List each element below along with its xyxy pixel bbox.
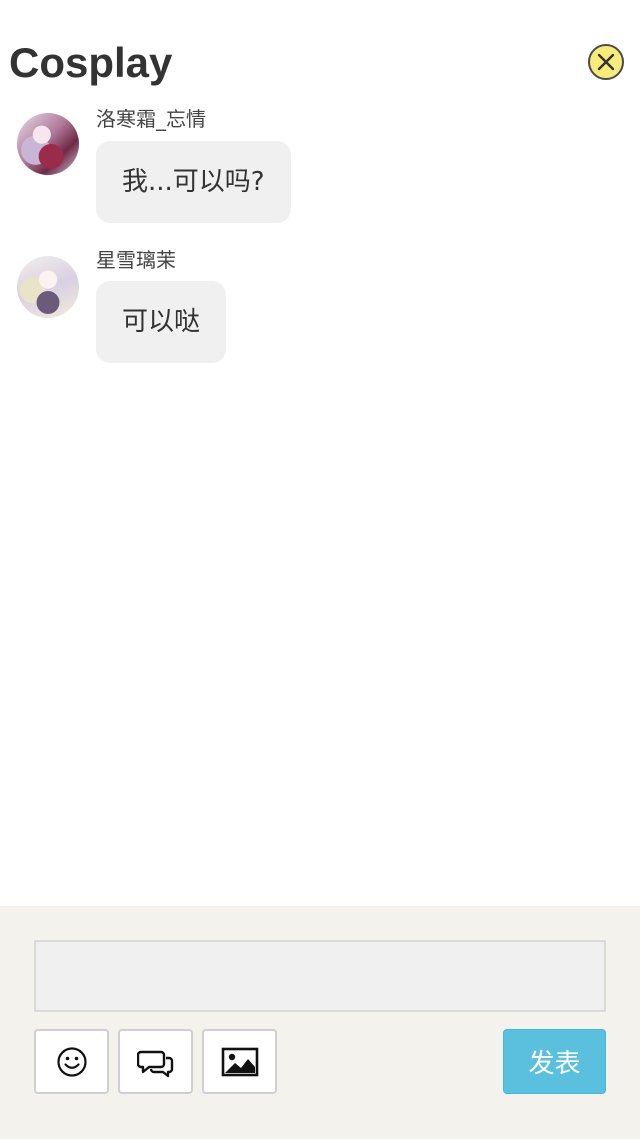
smiley-icon bbox=[56, 1046, 87, 1077]
avatar[interactable] bbox=[17, 113, 79, 175]
message-bubble: 可以哒 bbox=[96, 281, 227, 363]
page-title: Cosplay bbox=[9, 39, 173, 86]
message-input[interactable] bbox=[34, 940, 606, 1012]
close-icon bbox=[597, 53, 615, 71]
chat-bubbles-icon bbox=[136, 1050, 173, 1077]
message-username: 洛寒霜_忘情 bbox=[96, 107, 206, 131]
message-username: 星雪璃茉 bbox=[96, 248, 176, 272]
composer-panel: 发表 bbox=[0, 906, 640, 1139]
avatar[interactable] bbox=[17, 256, 79, 318]
image-icon bbox=[221, 1047, 258, 1076]
send-button[interactable]: 发表 bbox=[503, 1029, 606, 1094]
emoji-button[interactable] bbox=[34, 1029, 109, 1094]
image-button[interactable] bbox=[202, 1029, 277, 1094]
chat-button[interactable] bbox=[118, 1029, 193, 1094]
close-button[interactable] bbox=[588, 44, 624, 80]
message-bubble: 我...可以吗? bbox=[96, 141, 291, 223]
